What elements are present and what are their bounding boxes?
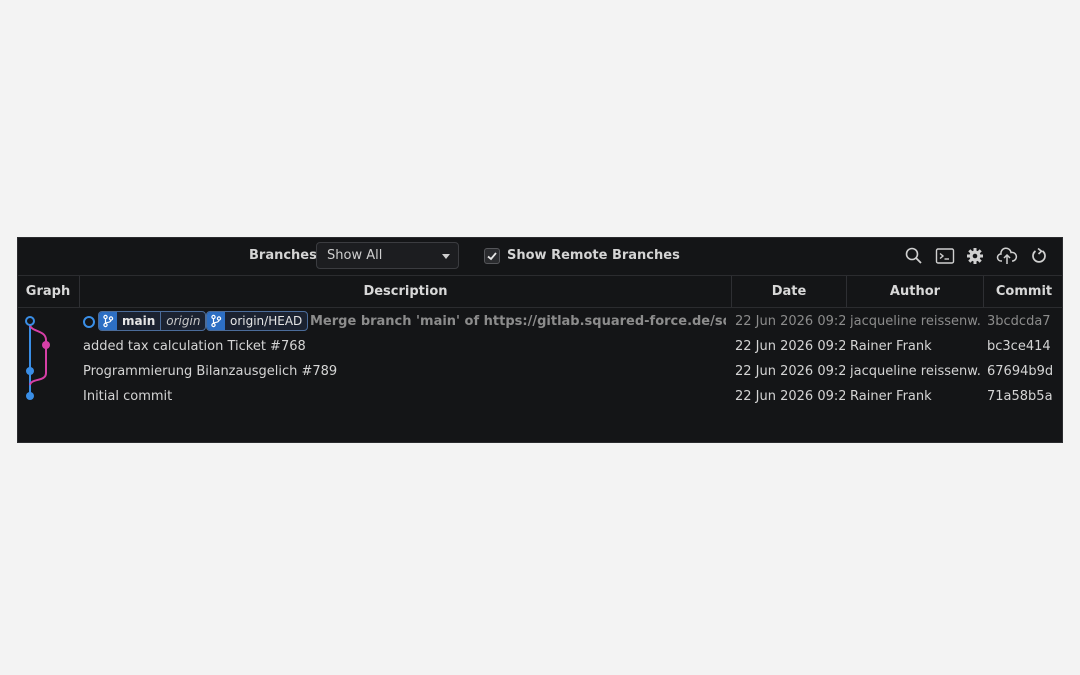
column-header-description[interactable]: Description bbox=[80, 276, 731, 307]
column-header-date[interactable]: Date bbox=[732, 276, 846, 307]
commit-description: Merge branch 'main' of https://gitlab.sq… bbox=[310, 314, 726, 329]
branch-tag-remote: origin bbox=[160, 312, 205, 330]
commit-row[interactable]: Initial commit 22 Jun 2026 09:24 Rainer … bbox=[18, 384, 1062, 409]
commit-hash: 3bcdcda7 bbox=[987, 314, 1051, 329]
chevron-down-icon bbox=[442, 254, 450, 259]
column-header-row: Graph Description Date Author Commit bbox=[18, 276, 1062, 308]
column-header-graph[interactable]: Graph bbox=[18, 276, 78, 307]
commit-row[interactable]: added tax calculation Ticket #768 22 Jun… bbox=[18, 334, 1062, 359]
column-header-author[interactable]: Author bbox=[847, 276, 983, 307]
commit-author: jacqueline reissenw... bbox=[850, 314, 980, 329]
commit-row[interactable]: main origin origin/HEAD Merge branch 'ma… bbox=[18, 309, 1062, 334]
column-header-commit[interactable]: Commit bbox=[984, 276, 1064, 307]
branch-icon bbox=[207, 312, 225, 330]
head-indicator-icon bbox=[83, 316, 95, 328]
branch-icon bbox=[99, 312, 117, 330]
commit-date: 22 Jun 2026 09:27 bbox=[735, 339, 845, 354]
gear-icon[interactable] bbox=[965, 246, 985, 266]
branch-tag-label: main bbox=[122, 314, 156, 328]
commit-description: Initial commit bbox=[83, 389, 173, 404]
branches-select[interactable]: Show All bbox=[316, 242, 459, 269]
commit-author: Rainer Frank bbox=[850, 339, 932, 354]
commit-date: 22 Jun 2026 09:27 bbox=[735, 314, 845, 329]
branches-select-value: Show All bbox=[327, 248, 383, 263]
show-remote-branches-checkbox[interactable] bbox=[484, 248, 500, 264]
toolbar: Branches: Show All Show Remote Branches bbox=[18, 238, 1062, 276]
refresh-icon[interactable] bbox=[1029, 246, 1049, 266]
branch-tag-origin-head[interactable]: origin/HEAD bbox=[206, 311, 309, 331]
commit-description: added tax calculation Ticket #768 bbox=[83, 339, 306, 354]
commit-row[interactable]: Programmierung Bilanzausgelich #789 22 J… bbox=[18, 359, 1062, 384]
commit-hash: 71a58b5a bbox=[987, 389, 1053, 404]
commit-date: 22 Jun 2026 09:24 bbox=[735, 389, 845, 404]
commit-author: jacqueline reissenw... bbox=[850, 364, 980, 379]
cloud-upload-icon[interactable] bbox=[996, 246, 1018, 266]
commit-hash: 67694b9d bbox=[987, 364, 1054, 379]
git-graph-panel: Branches: Show All Show Remote Branches bbox=[17, 237, 1063, 443]
commit-hash: bc3ce414 bbox=[987, 339, 1051, 354]
search-icon[interactable] bbox=[904, 246, 924, 266]
branches-label: Branches: bbox=[249, 248, 323, 263]
branch-tag-main[interactable]: main origin bbox=[98, 311, 207, 331]
terminal-icon[interactable] bbox=[935, 246, 955, 266]
commit-description: Programmierung Bilanzausgelich #789 bbox=[83, 364, 338, 379]
commit-author: Rainer Frank bbox=[850, 389, 932, 404]
commit-date: 22 Jun 2026 09:26 bbox=[735, 364, 845, 379]
show-remote-branches-label[interactable]: Show Remote Branches bbox=[507, 248, 680, 263]
branch-tag-label: origin/HEAD bbox=[230, 314, 303, 328]
checkmark-icon bbox=[487, 252, 497, 261]
